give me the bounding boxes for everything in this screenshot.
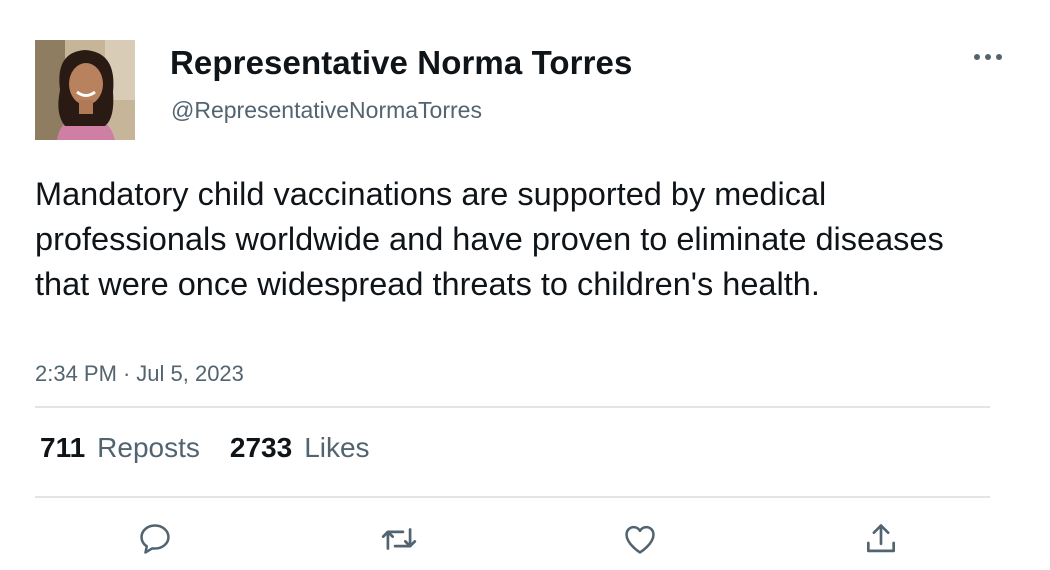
reply-icon [140,524,170,554]
reposts-stat[interactable]: 711 Reposts [40,432,200,464]
reposts-count: 711 [40,432,86,463]
tweet-time: 2:34 PM [35,361,117,386]
share-icon [866,524,896,553]
like-button[interactable] [617,516,663,562]
likes-label: Likes [304,432,370,463]
more-options-button[interactable] [968,44,1008,70]
tweet-date: Jul 5, 2023 [136,361,244,386]
tweet-timestamp[interactable]: 2:34 PM · Jul 5, 2023 [35,361,244,387]
more-icon [974,54,1002,60]
divider [35,406,990,408]
repost-icon [381,528,417,550]
reposts-label: Reposts [97,432,200,463]
repost-button[interactable] [376,516,422,562]
action-bar [0,516,1050,566]
user-handle[interactable]: @RepresentativeNormaTorres [171,97,482,124]
avatar[interactable] [35,40,135,140]
reply-button[interactable] [132,516,178,562]
profile-photo [35,40,135,140]
share-button[interactable] [858,516,904,562]
engagement-stats: 711 Reposts 2733 Likes [40,432,370,464]
tweet-text: Mandatory child vaccinations are support… [35,176,944,302]
meta-separator: · [122,361,131,386]
heart-icon [625,525,655,554]
display-name[interactable]: Representative Norma Torres [170,44,632,82]
likes-stat[interactable]: 2733 Likes [230,432,370,464]
divider [35,496,990,498]
likes-count: 2733 [229,432,293,463]
